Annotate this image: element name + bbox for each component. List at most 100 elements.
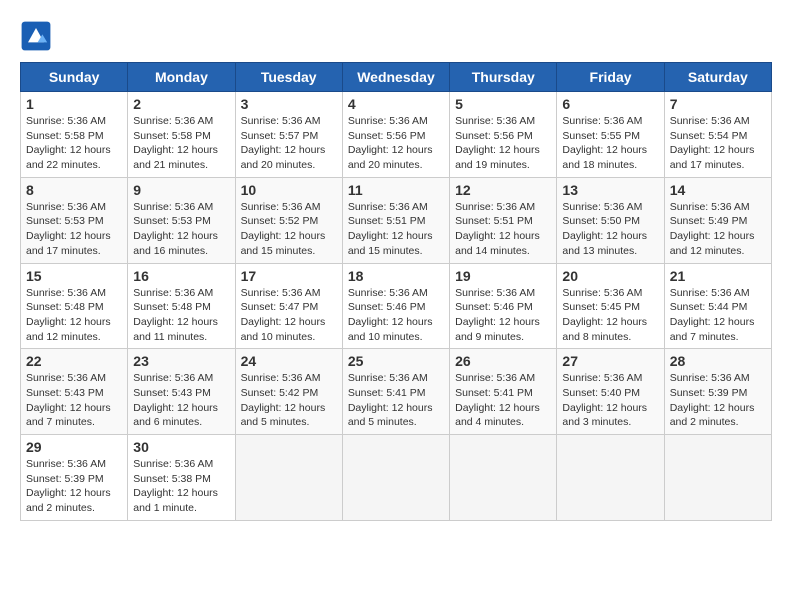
day-number: 19 (455, 268, 551, 284)
table-row (235, 435, 342, 521)
logo (20, 20, 56, 52)
day-info: Sunrise: 5:36 AM Sunset: 5:43 PM Dayligh… (133, 371, 229, 430)
day-info: Sunrise: 5:36 AM Sunset: 5:50 PM Dayligh… (562, 200, 658, 259)
table-row (450, 435, 557, 521)
day-number: 10 (241, 182, 337, 198)
day-info: Sunrise: 5:36 AM Sunset: 5:41 PM Dayligh… (455, 371, 551, 430)
table-row (664, 435, 771, 521)
table-row: 23 Sunrise: 5:36 AM Sunset: 5:43 PM Dayl… (128, 349, 235, 435)
day-number: 22 (26, 353, 122, 369)
table-row: 7 Sunrise: 5:36 AM Sunset: 5:54 PM Dayli… (664, 92, 771, 178)
day-info: Sunrise: 5:36 AM Sunset: 5:41 PM Dayligh… (348, 371, 444, 430)
day-info: Sunrise: 5:36 AM Sunset: 5:39 PM Dayligh… (670, 371, 766, 430)
day-info: Sunrise: 5:36 AM Sunset: 5:39 PM Dayligh… (26, 457, 122, 516)
day-info: Sunrise: 5:36 AM Sunset: 5:48 PM Dayligh… (26, 286, 122, 345)
day-info: Sunrise: 5:36 AM Sunset: 5:53 PM Dayligh… (133, 200, 229, 259)
day-number: 12 (455, 182, 551, 198)
day-number: 29 (26, 439, 122, 455)
day-info: Sunrise: 5:36 AM Sunset: 5:53 PM Dayligh… (26, 200, 122, 259)
table-row: 8 Sunrise: 5:36 AM Sunset: 5:53 PM Dayli… (21, 177, 128, 263)
day-info: Sunrise: 5:36 AM Sunset: 5:58 PM Dayligh… (133, 114, 229, 173)
day-number: 7 (670, 96, 766, 112)
day-info: Sunrise: 5:36 AM Sunset: 5:57 PM Dayligh… (241, 114, 337, 173)
day-number: 1 (26, 96, 122, 112)
day-number: 25 (348, 353, 444, 369)
day-number: 18 (348, 268, 444, 284)
day-number: 20 (562, 268, 658, 284)
table-row: 30 Sunrise: 5:36 AM Sunset: 5:38 PM Dayl… (128, 435, 235, 521)
day-number: 9 (133, 182, 229, 198)
day-info: Sunrise: 5:36 AM Sunset: 5:56 PM Dayligh… (455, 114, 551, 173)
table-row: 18 Sunrise: 5:36 AM Sunset: 5:46 PM Dayl… (342, 263, 449, 349)
page-header (20, 20, 772, 52)
day-info: Sunrise: 5:36 AM Sunset: 5:44 PM Dayligh… (670, 286, 766, 345)
day-info: Sunrise: 5:36 AM Sunset: 5:51 PM Dayligh… (455, 200, 551, 259)
day-number: 5 (455, 96, 551, 112)
day-number: 30 (133, 439, 229, 455)
day-info: Sunrise: 5:36 AM Sunset: 5:48 PM Dayligh… (133, 286, 229, 345)
day-number: 23 (133, 353, 229, 369)
day-info: Sunrise: 5:36 AM Sunset: 5:52 PM Dayligh… (241, 200, 337, 259)
day-number: 15 (26, 268, 122, 284)
day-number: 16 (133, 268, 229, 284)
table-row: 4 Sunrise: 5:36 AM Sunset: 5:56 PM Dayli… (342, 92, 449, 178)
day-info: Sunrise: 5:36 AM Sunset: 5:45 PM Dayligh… (562, 286, 658, 345)
table-row: 16 Sunrise: 5:36 AM Sunset: 5:48 PM Dayl… (128, 263, 235, 349)
table-row: 24 Sunrise: 5:36 AM Sunset: 5:42 PM Dayl… (235, 349, 342, 435)
table-row: 3 Sunrise: 5:36 AM Sunset: 5:57 PM Dayli… (235, 92, 342, 178)
day-number: 2 (133, 96, 229, 112)
day-number: 28 (670, 353, 766, 369)
day-info: Sunrise: 5:36 AM Sunset: 5:56 PM Dayligh… (348, 114, 444, 173)
table-row: 5 Sunrise: 5:36 AM Sunset: 5:56 PM Dayli… (450, 92, 557, 178)
logo-icon (20, 20, 52, 52)
day-info: Sunrise: 5:36 AM Sunset: 5:38 PM Dayligh… (133, 457, 229, 516)
day-number: 11 (348, 182, 444, 198)
col-header-tuesday: Tuesday (235, 63, 342, 92)
table-row: 27 Sunrise: 5:36 AM Sunset: 5:40 PM Dayl… (557, 349, 664, 435)
day-info: Sunrise: 5:36 AM Sunset: 5:46 PM Dayligh… (348, 286, 444, 345)
day-info: Sunrise: 5:36 AM Sunset: 5:47 PM Dayligh… (241, 286, 337, 345)
day-number: 27 (562, 353, 658, 369)
day-info: Sunrise: 5:36 AM Sunset: 5:40 PM Dayligh… (562, 371, 658, 430)
day-info: Sunrise: 5:36 AM Sunset: 5:51 PM Dayligh… (348, 200, 444, 259)
day-info: Sunrise: 5:36 AM Sunset: 5:42 PM Dayligh… (241, 371, 337, 430)
table-row: 26 Sunrise: 5:36 AM Sunset: 5:41 PM Dayl… (450, 349, 557, 435)
table-row: 13 Sunrise: 5:36 AM Sunset: 5:50 PM Dayl… (557, 177, 664, 263)
table-row: 17 Sunrise: 5:36 AM Sunset: 5:47 PM Dayl… (235, 263, 342, 349)
table-row (557, 435, 664, 521)
day-number: 6 (562, 96, 658, 112)
table-row: 15 Sunrise: 5:36 AM Sunset: 5:48 PM Dayl… (21, 263, 128, 349)
table-row: 1 Sunrise: 5:36 AM Sunset: 5:58 PM Dayli… (21, 92, 128, 178)
day-info: Sunrise: 5:36 AM Sunset: 5:49 PM Dayligh… (670, 200, 766, 259)
col-header-saturday: Saturday (664, 63, 771, 92)
table-row: 10 Sunrise: 5:36 AM Sunset: 5:52 PM Dayl… (235, 177, 342, 263)
table-row: 21 Sunrise: 5:36 AM Sunset: 5:44 PM Dayl… (664, 263, 771, 349)
table-row: 29 Sunrise: 5:36 AM Sunset: 5:39 PM Dayl… (21, 435, 128, 521)
day-info: Sunrise: 5:36 AM Sunset: 5:54 PM Dayligh… (670, 114, 766, 173)
table-row: 2 Sunrise: 5:36 AM Sunset: 5:58 PM Dayli… (128, 92, 235, 178)
table-row: 6 Sunrise: 5:36 AM Sunset: 5:55 PM Dayli… (557, 92, 664, 178)
day-number: 8 (26, 182, 122, 198)
table-row: 19 Sunrise: 5:36 AM Sunset: 5:46 PM Dayl… (450, 263, 557, 349)
calendar-table: SundayMondayTuesdayWednesdayThursdayFrid… (20, 62, 772, 521)
day-number: 17 (241, 268, 337, 284)
table-row: 12 Sunrise: 5:36 AM Sunset: 5:51 PM Dayl… (450, 177, 557, 263)
day-number: 4 (348, 96, 444, 112)
day-number: 24 (241, 353, 337, 369)
col-header-thursday: Thursday (450, 63, 557, 92)
day-number: 26 (455, 353, 551, 369)
day-info: Sunrise: 5:36 AM Sunset: 5:43 PM Dayligh… (26, 371, 122, 430)
col-header-sunday: Sunday (21, 63, 128, 92)
table-row: 25 Sunrise: 5:36 AM Sunset: 5:41 PM Dayl… (342, 349, 449, 435)
col-header-friday: Friday (557, 63, 664, 92)
table-row: 28 Sunrise: 5:36 AM Sunset: 5:39 PM Dayl… (664, 349, 771, 435)
day-info: Sunrise: 5:36 AM Sunset: 5:58 PM Dayligh… (26, 114, 122, 173)
table-row: 9 Sunrise: 5:36 AM Sunset: 5:53 PM Dayli… (128, 177, 235, 263)
day-info: Sunrise: 5:36 AM Sunset: 5:55 PM Dayligh… (562, 114, 658, 173)
day-number: 21 (670, 268, 766, 284)
table-row: 11 Sunrise: 5:36 AM Sunset: 5:51 PM Dayl… (342, 177, 449, 263)
col-header-wednesday: Wednesday (342, 63, 449, 92)
table-row: 14 Sunrise: 5:36 AM Sunset: 5:49 PM Dayl… (664, 177, 771, 263)
col-header-monday: Monday (128, 63, 235, 92)
table-row (342, 435, 449, 521)
